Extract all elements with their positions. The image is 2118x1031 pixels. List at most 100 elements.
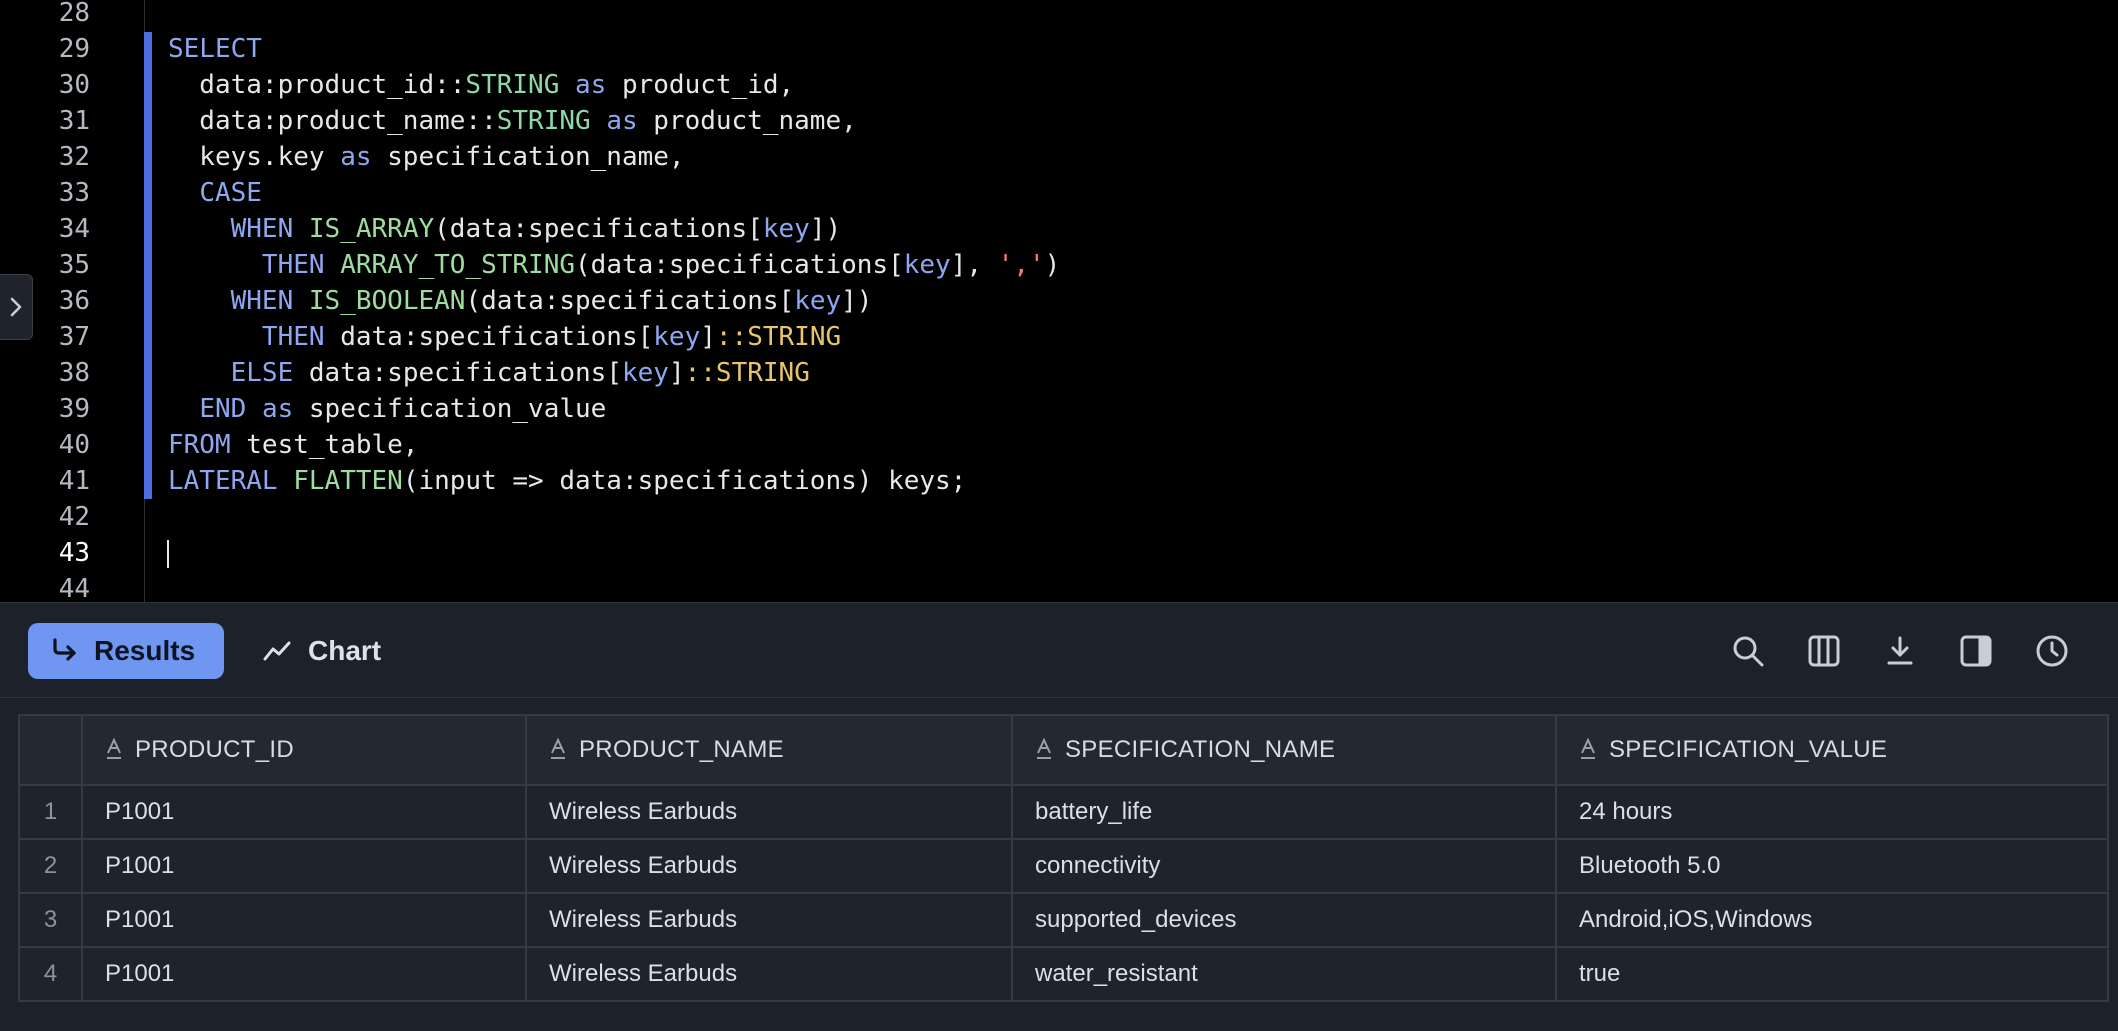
code-line[interactable]: 31 data:product_name::STRING as product_… bbox=[0, 103, 2118, 139]
text-type-icon bbox=[107, 737, 121, 759]
tab-results[interactable]: Results bbox=[28, 623, 224, 679]
code-token: FROM bbox=[168, 430, 231, 460]
code-text[interactable]: ELSE data:specifications[key]::STRING bbox=[168, 355, 810, 391]
side-panel-button[interactable] bbox=[1955, 630, 1997, 672]
code-text[interactable]: LATERAL FLATTEN(input => data:specificat… bbox=[168, 463, 966, 499]
line-number: 42 bbox=[58, 502, 90, 532]
code-text[interactable]: data:product_name::STRING as product_nam… bbox=[168, 103, 856, 139]
code-line[interactable]: 38 ELSE data:specifications[key]::STRING bbox=[0, 355, 2118, 391]
text-type-icon bbox=[1581, 737, 1595, 759]
table-cell[interactable]: Wireless Earbuds bbox=[525, 892, 1013, 948]
code-token: key bbox=[621, 358, 669, 388]
table-row[interactable]: 2 P1001 Wireless Earbuds connectivity Bl… bbox=[18, 838, 2109, 894]
table-cell[interactable]: battery_life bbox=[1011, 784, 1557, 840]
table-cell[interactable]: P1001 bbox=[81, 784, 527, 840]
code-text[interactable]: SELECT bbox=[168, 31, 262, 67]
code-token: test_table, bbox=[230, 430, 419, 460]
code-line[interactable]: 37 THEN data:specifications[key]::STRING bbox=[0, 319, 2118, 355]
code-token: as bbox=[575, 70, 607, 100]
column-header-specification-name[interactable]: SPECIFICATION_NAME bbox=[1011, 714, 1557, 786]
code-text[interactable]: FROM test_table, bbox=[168, 427, 418, 463]
code-token: LATERAL bbox=[168, 466, 278, 496]
code-line[interactable]: 28 bbox=[0, 0, 2118, 31]
line-number: 30 bbox=[58, 70, 90, 100]
table-cell[interactable]: P1001 bbox=[81, 946, 527, 1002]
line-number: 28 bbox=[58, 0, 90, 28]
table-cell[interactable]: P1001 bbox=[81, 838, 527, 894]
line-number: 40 bbox=[58, 430, 90, 460]
search-button[interactable] bbox=[1727, 630, 1769, 672]
tab-chart[interactable]: Chart bbox=[262, 623, 381, 679]
columns-button[interactable] bbox=[1803, 630, 1845, 672]
table-cell[interactable]: true bbox=[1555, 946, 2109, 1002]
code-line[interactable]: 43 bbox=[0, 535, 2118, 571]
code-token: STRING bbox=[747, 322, 842, 352]
table-row[interactable]: 4 P1001 Wireless Earbuds water_resistant… bbox=[18, 946, 2109, 1002]
table-cell[interactable]: connectivity bbox=[1011, 838, 1557, 894]
code-line[interactable]: 35 THEN ARRAY_TO_STRING(data:specificati… bbox=[0, 247, 2118, 283]
column-header-label: SPECIFICATION_VALUE bbox=[1609, 736, 1888, 763]
table-cell[interactable]: Bluetooth 5.0 bbox=[1555, 838, 2109, 894]
table-cell[interactable]: 24 hours bbox=[1555, 784, 2109, 840]
code-token: key bbox=[653, 322, 701, 352]
row-number: 2 bbox=[18, 838, 83, 894]
search-icon bbox=[1733, 636, 1764, 667]
table-cell[interactable]: water_resistant bbox=[1011, 946, 1557, 1002]
table-row[interactable]: 3 P1001 Wireless Earbuds supported_devic… bbox=[18, 892, 2109, 948]
code-text[interactable]: keys.key as specification_name, bbox=[168, 139, 684, 175]
column-header-product-name[interactable]: PRODUCT_NAME bbox=[525, 714, 1013, 786]
results-table: PRODUCT_ID PRODUCT_NAME SPECIFICATION_NA… bbox=[18, 714, 2109, 1002]
row-number: 4 bbox=[18, 946, 83, 1002]
code-token: ',' bbox=[997, 250, 1045, 280]
table-row[interactable]: 1 P1001 Wireless Earbuds battery_life 24… bbox=[18, 784, 2109, 840]
code-text[interactable]: WHEN IS_BOOLEAN(data:specifications[key]… bbox=[168, 283, 873, 319]
table-cell[interactable]: P1001 bbox=[81, 892, 527, 948]
code-line[interactable]: 36 WHEN IS_BOOLEAN(data:specifications[k… bbox=[0, 283, 2118, 319]
code-text[interactable]: data:product_id::STRING as product_id, bbox=[168, 67, 794, 103]
code-text[interactable]: CASE bbox=[168, 175, 262, 211]
history-button[interactable] bbox=[2031, 630, 2073, 672]
code-token: SELECT bbox=[168, 34, 262, 64]
code-line[interactable]: 41 LATERAL FLATTEN(input => data:specific… bbox=[0, 463, 2118, 499]
column-header-specification-value[interactable]: SPECIFICATION_VALUE bbox=[1555, 714, 2109, 786]
code-line[interactable]: 33 CASE bbox=[0, 175, 2118, 211]
code-editor[interactable]: 2829 SELECT 30 data:product_id::STRING as … bbox=[0, 0, 2118, 602]
download-icon bbox=[1887, 636, 1913, 665]
code-text[interactable]: THEN ARRAY_TO_STRING(data:specifications… bbox=[168, 247, 1060, 283]
download-button[interactable] bbox=[1879, 630, 1921, 672]
table-cell[interactable]: Android,iOS,Windows bbox=[1555, 892, 2109, 948]
line-number: 33 bbox=[58, 178, 90, 208]
code-text[interactable]: END as specification_value bbox=[168, 391, 606, 427]
code-token: product_id, bbox=[606, 70, 795, 100]
code-line[interactable]: 42 bbox=[0, 499, 2118, 535]
column-header-product-id[interactable]: PRODUCT_ID bbox=[81, 714, 527, 786]
table-cell[interactable]: Wireless Earbuds bbox=[525, 838, 1013, 894]
history-icon bbox=[2036, 635, 2068, 667]
table-cell[interactable]: supported_devices bbox=[1011, 892, 1557, 948]
code-token: specification_value bbox=[293, 394, 607, 424]
code-text[interactable]: WHEN IS_ARRAY(data:specifications[key]) bbox=[168, 211, 842, 247]
code-line[interactable]: 30 data:product_id::STRING as product_id… bbox=[0, 67, 2118, 103]
table-cell[interactable]: Wireless Earbuds bbox=[525, 784, 1013, 840]
code-token: WHEN bbox=[230, 286, 294, 316]
results-toolbar: Results Chart bbox=[0, 603, 2118, 698]
code-line[interactable]: 32 keys.key as specification_name, bbox=[0, 139, 2118, 175]
tab-chart-label: Chart bbox=[308, 635, 382, 666]
code-line[interactable]: 39 END as specification_value bbox=[0, 391, 2118, 427]
table-cell[interactable]: Wireless Earbuds bbox=[525, 946, 1013, 1002]
code-line[interactable]: 40 FROM test_table, bbox=[0, 427, 2118, 463]
code-line[interactable]: 34 WHEN IS_ARRAY(data:specifications[key… bbox=[0, 211, 2118, 247]
column-header-label: PRODUCT_ID bbox=[135, 736, 295, 763]
line-number: 41 bbox=[58, 466, 90, 496]
code-text[interactable]: THEN data:specifications[key]::STRING bbox=[168, 319, 841, 355]
expand-sidebar-button[interactable] bbox=[0, 274, 33, 340]
code-line[interactable]: 44 bbox=[0, 571, 2118, 602]
code-line[interactable]: 29 SELECT bbox=[0, 31, 2118, 67]
line-number: 38 bbox=[58, 358, 90, 388]
